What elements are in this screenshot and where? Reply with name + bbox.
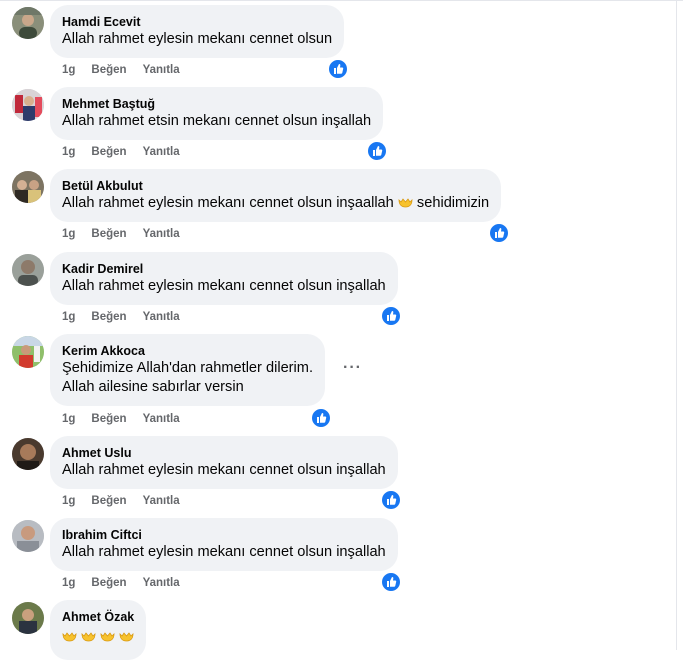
comment-time[interactable]: 1g bbox=[62, 413, 75, 425]
comment-actions: 1g Beğen Yanıtla bbox=[62, 311, 180, 323]
more-options-icon[interactable]: ··· bbox=[343, 359, 362, 377]
like-button[interactable]: Beğen bbox=[91, 577, 126, 589]
comment-author[interactable]: Hamdi Ecevit bbox=[62, 14, 332, 30]
palms-up-together-icon bbox=[81, 629, 96, 643]
comment-actions: 1g Beğen Yanıtla bbox=[62, 413, 180, 425]
comment-author[interactable]: Ibrahim Ciftci bbox=[62, 527, 386, 543]
comment-bubble: Mehmet Baştuğ Allah rahmet etsin mekanı … bbox=[50, 87, 384, 140]
comment-text: Allah rahmet eylesin mekanı cennet olsun… bbox=[62, 194, 489, 213]
comment-text: Allah ailesine sabırlar versin bbox=[62, 379, 244, 395]
like-button[interactable]: Beğen bbox=[91, 64, 126, 76]
comment-actions: 1g Beğen Yanıtla bbox=[62, 146, 180, 158]
comment-author[interactable]: Mehmet Baştuğ bbox=[62, 96, 371, 112]
comment-text: Allah rahmet eylesin mekanı cennet olsun… bbox=[62, 462, 386, 478]
avatar[interactable] bbox=[12, 520, 44, 552]
like-button[interactable]: Beğen bbox=[91, 413, 126, 425]
like-button[interactable]: Beğen bbox=[91, 146, 126, 158]
palms-up-together-icon bbox=[119, 629, 134, 643]
like-reaction-icon[interactable] bbox=[367, 141, 387, 161]
avatar[interactable] bbox=[12, 602, 44, 634]
comment-author[interactable]: Ahmet Özak bbox=[62, 609, 134, 625]
comment-text: Allah rahmet eylesin mekanı cennet olsun… bbox=[62, 278, 386, 294]
comment-time[interactable]: 1g bbox=[62, 495, 75, 507]
comment-bubble: Hamdi Ecevit Allah rahmet eylesin mekanı… bbox=[50, 5, 345, 58]
comment-actions: 1g Beğen Yanıtla bbox=[62, 495, 180, 507]
avatar[interactable] bbox=[12, 336, 44, 368]
comment-time[interactable]: 1g bbox=[62, 577, 75, 589]
like-button[interactable]: Beğen bbox=[91, 495, 126, 507]
comment-author[interactable]: Ahmet Uslu bbox=[62, 445, 386, 461]
like-button[interactable]: Beğen bbox=[91, 228, 126, 240]
comment-actions: 1g Beğen Yanıtla bbox=[62, 64, 180, 76]
reply-button[interactable]: Yanıtla bbox=[143, 577, 180, 589]
comment-author[interactable]: Betül Akbulut bbox=[62, 178, 489, 194]
like-reaction-icon[interactable] bbox=[489, 223, 509, 243]
like-reaction-icon[interactable] bbox=[311, 408, 331, 428]
comment-emoji-row bbox=[62, 628, 134, 647]
comment-bubble: Ibrahim Ciftci Allah rahmet eylesin meka… bbox=[50, 518, 398, 571]
reply-button[interactable]: Yanıtla bbox=[143, 64, 180, 76]
reply-button[interactable]: Yanıtla bbox=[143, 495, 180, 507]
avatar[interactable] bbox=[12, 89, 44, 121]
comment-time[interactable]: 1g bbox=[62, 64, 75, 76]
like-reaction-icon[interactable] bbox=[381, 306, 401, 326]
palms-up-together-icon bbox=[62, 629, 77, 643]
comment-bubble: Kadir Demirel Allah rahmet eylesin mekan… bbox=[50, 252, 398, 305]
comment-text-suffix: sehidimizin bbox=[416, 195, 490, 211]
top-divider bbox=[0, 0, 683, 1]
comment-time[interactable]: 1g bbox=[62, 311, 75, 323]
palms-up-together-icon bbox=[100, 629, 115, 643]
comment-text: Şehidimize Allah'dan rahmetler dilerim. bbox=[62, 360, 313, 376]
comment-actions: 1g Beğen Yanıtla bbox=[62, 577, 180, 589]
reply-button[interactable]: Yanıtla bbox=[143, 146, 180, 158]
palms-up-together-icon bbox=[398, 195, 413, 209]
like-button[interactable]: Beğen bbox=[91, 311, 126, 323]
scroll-edge bbox=[676, 0, 677, 650]
reply-button[interactable]: Yanıtla bbox=[143, 413, 180, 425]
avatar[interactable] bbox=[12, 7, 44, 39]
comment-text: Allah rahmet eylesin mekanı cennet olsun… bbox=[62, 544, 386, 560]
comment-text: Allah rahmet eylesin mekanı cennet olsun bbox=[62, 31, 333, 47]
reply-button[interactable]: Yanıtla bbox=[143, 311, 180, 323]
avatar[interactable] bbox=[12, 438, 44, 470]
comment-time[interactable]: 1g bbox=[62, 146, 75, 158]
comment-bubble: Betül Akbulut Allah rahmet eylesin mekan… bbox=[50, 169, 502, 222]
reply-button[interactable]: Yanıtla bbox=[143, 228, 180, 240]
comment-text-main: Allah rahmet eylesin mekanı cennet olsun… bbox=[62, 195, 394, 211]
like-reaction-icon[interactable] bbox=[381, 490, 401, 510]
comment-text: Allah rahmet etsin mekanı cennet olsun i… bbox=[62, 113, 372, 129]
avatar[interactable] bbox=[12, 171, 44, 203]
comment-author[interactable]: Kadir Demirel bbox=[62, 261, 386, 277]
comment-time[interactable]: 1g bbox=[62, 228, 75, 240]
comment-author[interactable]: Kerim Akkoca bbox=[62, 343, 313, 359]
avatar[interactable] bbox=[12, 254, 44, 286]
like-reaction-icon[interactable] bbox=[328, 59, 348, 79]
comment-actions: 1g Beğen Yanıtla bbox=[62, 228, 180, 240]
like-reaction-icon[interactable] bbox=[381, 572, 401, 592]
comment-bubble: Kerim Akkoca Şehidimize Allah'dan rahmet… bbox=[50, 334, 325, 406]
comment-bubble: Ahmet Uslu Allah rahmet eylesin mekanı c… bbox=[50, 436, 398, 489]
comment-bubble: Ahmet Özak bbox=[50, 600, 147, 660]
